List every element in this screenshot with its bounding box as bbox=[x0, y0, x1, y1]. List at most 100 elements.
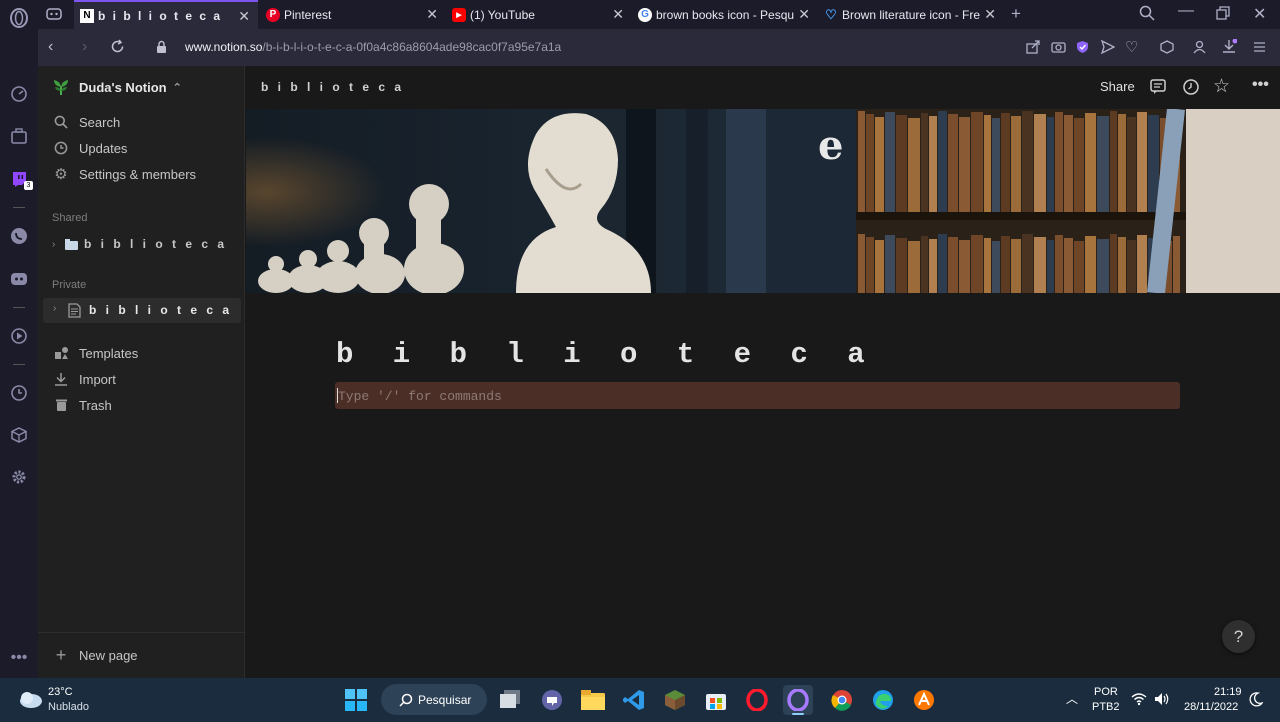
page-title[interactable]: b i b l i o t e c a bbox=[336, 338, 876, 371]
templates-nav[interactable]: Templates bbox=[52, 342, 138, 364]
close-icon[interactable]: ✕ bbox=[984, 6, 996, 23]
url-field[interactable]: www.notion.so/b-i-b-l-i-o-t-e-c-a-0f0a4c… bbox=[185, 40, 561, 54]
search-tabs-icon[interactable] bbox=[1139, 5, 1155, 26]
snapshot-icon[interactable] bbox=[1051, 40, 1066, 58]
divider bbox=[38, 632, 245, 633]
settings-nav[interactable]: ⚙ Settings & members bbox=[52, 163, 196, 185]
active-indicator bbox=[792, 713, 804, 715]
more-icon[interactable]: ••• bbox=[8, 647, 30, 669]
forward-icon[interactable]: › bbox=[82, 38, 87, 56]
vpn-shield-icon[interactable] bbox=[1076, 40, 1089, 59]
close-icon[interactable]: ✕ bbox=[238, 8, 250, 25]
close-icon[interactable]: ✕ bbox=[798, 6, 810, 23]
search-nav[interactable]: Search bbox=[52, 111, 120, 133]
extensions-icon[interactable] bbox=[8, 424, 30, 446]
language-code[interactable]: POR bbox=[1094, 686, 1118, 698]
teams-chat-icon[interactable] bbox=[537, 685, 567, 715]
sidebar-item-private-biblioteca[interactable]: › b i b l i o t e c a bbox=[43, 298, 241, 323]
whatsapp-icon[interactable] bbox=[8, 225, 30, 247]
player-icon[interactable] bbox=[8, 325, 30, 347]
volume-icon[interactable] bbox=[1154, 692, 1170, 711]
library-busts-image: e bbox=[246, 109, 1280, 293]
share-button[interactable]: Share bbox=[1100, 79, 1135, 94]
avast-icon[interactable] bbox=[909, 685, 939, 715]
sidebar-item-shared-biblioteca[interactable]: › b i b l i o t e c a bbox=[52, 233, 227, 255]
twitch-icon[interactable]: 3 bbox=[8, 168, 33, 190]
windows-taskbar: 23°C Nublado Pesquisar ︿ POR PTB2 21:19 … bbox=[0, 678, 1280, 722]
new-tab-icon[interactable]: + bbox=[1011, 4, 1021, 24]
opera-gx-icon[interactable] bbox=[783, 685, 813, 715]
tab-overview-icon[interactable] bbox=[46, 7, 62, 26]
tab-title: brown books icon - Pesqui bbox=[656, 7, 794, 22]
new-page-button[interactable]: + New page bbox=[52, 644, 138, 666]
share-page-icon[interactable] bbox=[1026, 40, 1040, 59]
tab-pinterest[interactable]: P Pinterest ✕ bbox=[260, 0, 446, 29]
page-icon bbox=[68, 303, 81, 323]
taskbar-search[interactable]: Pesquisar bbox=[381, 684, 487, 715]
close-icon[interactable]: ✕ bbox=[426, 6, 438, 23]
opera-logo-icon[interactable] bbox=[8, 7, 30, 29]
profile-icon[interactable] bbox=[1193, 40, 1206, 59]
lock-icon[interactable] bbox=[156, 40, 167, 59]
plus-icon: + bbox=[55, 644, 67, 665]
send-icon[interactable] bbox=[1100, 39, 1116, 59]
notifications-moon-icon[interactable] bbox=[1249, 692, 1264, 712]
windows-start-icon[interactable] bbox=[341, 685, 371, 715]
history-icon[interactable] bbox=[1182, 78, 1200, 101]
more-icon[interactable]: ••• bbox=[1252, 76, 1269, 94]
minecraft-icon[interactable] bbox=[660, 685, 690, 715]
task-view-icon[interactable] bbox=[496, 685, 526, 715]
clock-date[interactable]: 28/11/2022 bbox=[1184, 701, 1238, 713]
trash-icon bbox=[52, 398, 70, 412]
tab-google[interactable]: G brown books icon - Pesqui ✕ bbox=[632, 0, 818, 29]
clock-time[interactable]: 21:19 bbox=[1214, 686, 1242, 698]
comment-icon[interactable] bbox=[1149, 78, 1167, 101]
tab-brown-literature[interactable]: ♡ Brown literature icon - Free ✕ bbox=[818, 0, 1004, 29]
address-bar: ‹ › www.notion.so/b-i-b-l-i-o-t-e-c-a-0f… bbox=[38, 29, 1280, 66]
speed-dial-icon[interactable] bbox=[8, 83, 30, 105]
workspace-name: Duda's Notion bbox=[79, 79, 167, 95]
chevron-up-icon[interactable]: ︿ bbox=[1066, 690, 1078, 707]
sidebar-item-label: b i b l i o t e c a bbox=[84, 237, 228, 251]
opera-sidebar: 3 ••• bbox=[0, 0, 38, 678]
reload-icon[interactable] bbox=[110, 39, 125, 59]
import-nav[interactable]: Import bbox=[52, 368, 116, 390]
sidebar-item-label: b i b l i o t e c a bbox=[89, 303, 233, 317]
window-close-icon[interactable]: ✕ bbox=[1253, 4, 1266, 24]
back-icon[interactable]: ‹ bbox=[48, 38, 53, 56]
history-icon[interactable] bbox=[8, 382, 30, 404]
restore-icon[interactable] bbox=[1216, 6, 1230, 25]
close-icon[interactable]: ✕ bbox=[612, 6, 624, 23]
heart-icon[interactable]: ♡ bbox=[1125, 38, 1138, 56]
workspace-switcher[interactable]: Duda's Notion ⌃ bbox=[52, 76, 182, 98]
opera-icon[interactable] bbox=[742, 685, 772, 715]
updates-nav[interactable]: Updates bbox=[52, 137, 127, 159]
command-input[interactable]: Type '/' for commands bbox=[335, 382, 1180, 409]
file-explorer-icon[interactable] bbox=[578, 685, 608, 715]
keyboard-layout[interactable]: PTB2 bbox=[1092, 701, 1120, 713]
tab-biblioteca[interactable]: N b i b l i o t e c a ✕ bbox=[74, 0, 258, 29]
minimize-icon[interactable]: — bbox=[1178, 2, 1194, 20]
chrome-icon[interactable] bbox=[827, 685, 857, 715]
help-button[interactable]: ? bbox=[1222, 620, 1255, 653]
workspaces-icon[interactable] bbox=[8, 125, 30, 147]
taskbar-search-label: Pesquisar bbox=[418, 692, 472, 707]
wifi-icon[interactable] bbox=[1131, 692, 1147, 711]
tab-title: (1) YouTube bbox=[470, 7, 535, 22]
tab-title: Pinterest bbox=[284, 7, 332, 22]
microsoft-store-icon[interactable] bbox=[701, 685, 731, 715]
trash-nav[interactable]: Trash bbox=[52, 394, 112, 416]
cover-image[interactable]: e bbox=[246, 109, 1280, 293]
weather-cloud-icon[interactable] bbox=[17, 689, 43, 714]
download-icon[interactable] bbox=[1222, 38, 1238, 59]
extension-cube-icon[interactable] bbox=[1160, 40, 1174, 59]
edge-icon[interactable] bbox=[868, 685, 898, 715]
breadcrumb[interactable]: b i b l i o t e c a bbox=[261, 80, 404, 94]
discord-icon[interactable] bbox=[8, 268, 30, 290]
weather-desc: Nublado bbox=[48, 701, 89, 713]
tab-youtube[interactable]: ▶ (1) YouTube ✕ bbox=[446, 0, 632, 29]
vscode-icon[interactable] bbox=[619, 685, 649, 715]
star-icon[interactable]: ☆ bbox=[1213, 75, 1230, 98]
settings-gear-icon[interactable] bbox=[8, 466, 30, 488]
easy-setup-icon[interactable] bbox=[1253, 40, 1266, 58]
